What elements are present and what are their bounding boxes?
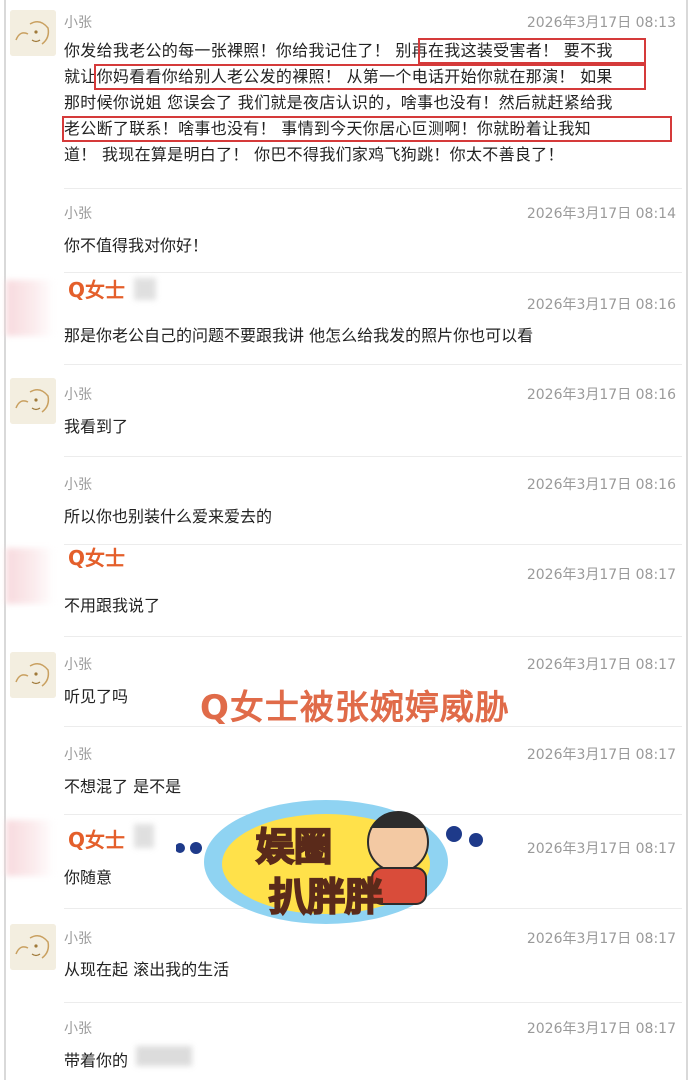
blurred-text: [136, 1046, 192, 1066]
message-text: 所以你也别装什么爱来爱去的: [64, 507, 273, 526]
message-line: 那时候你说姐 您误会了 我们就是夜店认识的，啥事也没有！然后就赶紧给我: [64, 93, 613, 112]
timestamp: 2026年3月17日 08:17: [526, 1021, 676, 1037]
highlight-box: [418, 38, 646, 64]
highlight-box: [62, 116, 672, 142]
sender-name: 小张: [64, 1021, 92, 1037]
message-text: 不想混了 是不是: [64, 777, 182, 796]
message-text: 我看到了: [64, 417, 129, 436]
message-text: 你随意: [64, 868, 113, 887]
message-text: 听见了吗: [64, 687, 129, 706]
divider: [64, 636, 682, 637]
message-text: 不用跟我说了: [64, 596, 161, 615]
sender-name: 小张: [64, 657, 92, 673]
blurred-avatar: [6, 820, 54, 876]
timestamp: 2026年3月17日 08:16: [526, 297, 676, 313]
highlight-box: [94, 64, 646, 90]
timestamp: 2026年3月17日 08:17: [526, 657, 676, 673]
sender-name: Q女士: [68, 546, 126, 570]
divider: [64, 272, 682, 273]
sender-name: Q女士: [68, 828, 126, 852]
cartoon-avatar-icon: [10, 652, 56, 698]
cartoon-avatar-icon: [10, 924, 56, 970]
message-text: 从现在起 滚出我的生活: [64, 960, 230, 979]
avatar[interactable]: [10, 652, 56, 698]
timestamp: 2026年3月17日 08:16: [526, 477, 676, 493]
watermark-logo: 娱圈 扒胖胖: [175, 782, 486, 932]
timestamp: 2026年3月17日 08:17: [526, 747, 676, 763]
message-text: 你不值得我对你好！: [64, 236, 209, 255]
sender-name: Q女士: [68, 278, 126, 302]
timestamp: 2026年3月17日 08:17: [526, 567, 676, 583]
blurred-avatar: [6, 548, 54, 604]
sender-name: 小张: [64, 747, 92, 763]
divider: [64, 456, 682, 457]
sender-name: 小张: [64, 15, 92, 31]
logo-line-1: 娱圈: [256, 825, 332, 869]
avatar[interactable]: [10, 378, 56, 424]
timestamp: 2026年3月17日 08:17: [526, 841, 676, 857]
divider: [64, 188, 682, 189]
overlay-caption: Q女士被张婉婷威胁: [200, 688, 510, 728]
avatar[interactable]: [10, 10, 56, 56]
divider: [64, 1002, 682, 1003]
sender-name: 小张: [64, 206, 92, 222]
blurred-name-part: [134, 824, 154, 848]
divider: [64, 364, 682, 365]
avatar[interactable]: [10, 924, 56, 970]
timestamp: 2026年3月17日 08:13: [526, 15, 676, 31]
divider: [64, 544, 682, 545]
message-text: 那是你老公自己的问题不要跟我讲 他怎么给我发的照片你也可以看: [64, 326, 534, 345]
timestamp: 2026年3月17日 08:16: [526, 387, 676, 403]
blurred-avatar: [6, 280, 54, 336]
message-line: 道！ 我现在算是明白了！ 你巴不得我们家鸡飞狗跳！你太不善良了！: [64, 145, 564, 164]
message-text: 带着你的: [64, 1051, 129, 1070]
blurred-name-part: [134, 278, 156, 300]
timestamp: 2026年3月17日 08:14: [526, 206, 676, 222]
sender-name: 小张: [64, 931, 92, 947]
sender-name: 小张: [64, 387, 92, 403]
cartoon-avatar-icon: [10, 378, 56, 424]
logo-line-2: 扒胖胖: [269, 875, 383, 919]
timestamp: 2026年3月17日 08:17: [526, 931, 676, 947]
cartoon-avatar-icon: [10, 10, 56, 56]
sender-name: 小张: [64, 477, 92, 493]
